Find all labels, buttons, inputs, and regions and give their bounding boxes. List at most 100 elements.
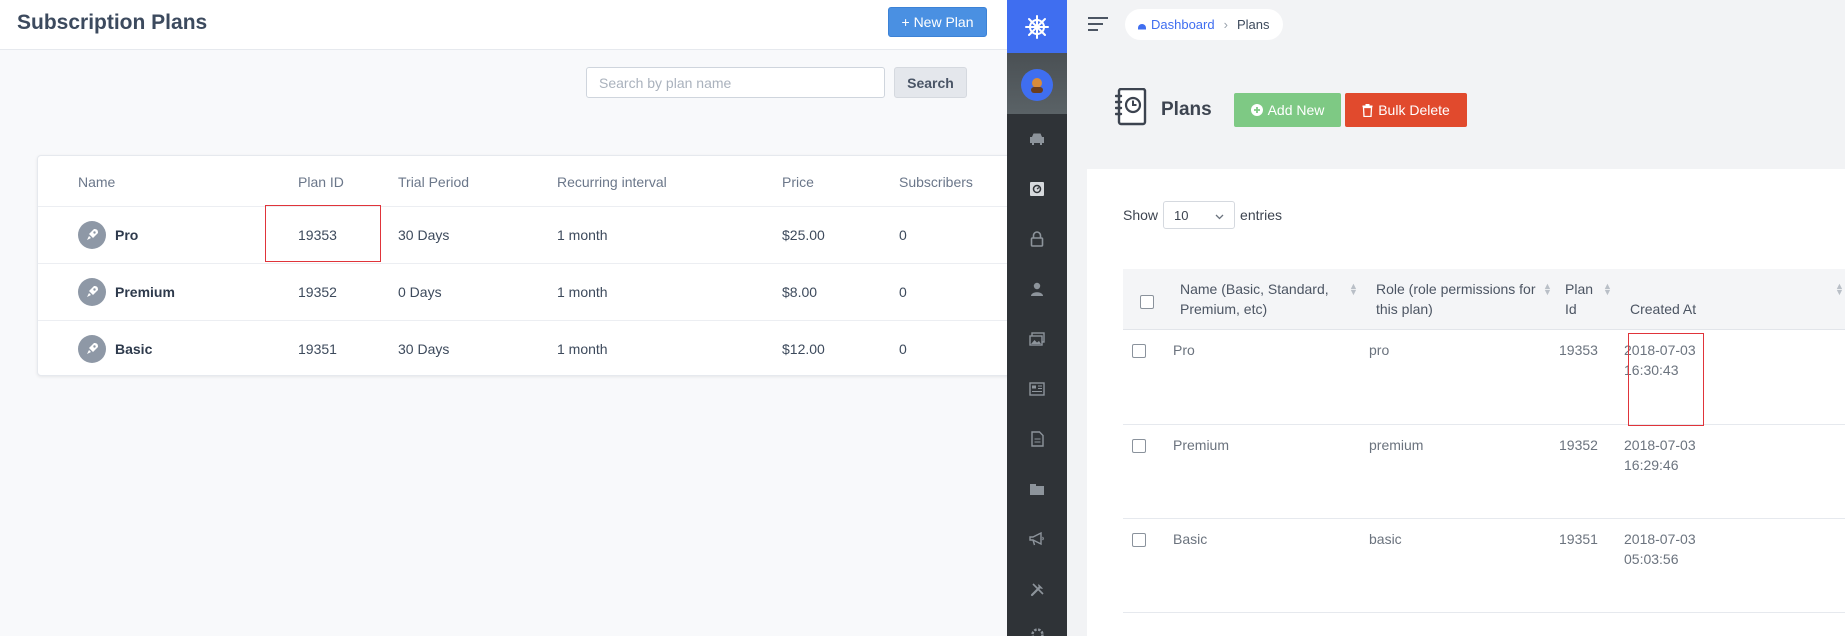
- folder-icon[interactable]: [1027, 479, 1047, 499]
- column-header-plan-id[interactable]: Plan Id: [1565, 279, 1593, 319]
- table-header-row: Name Plan ID Trial Period Recurring inte…: [38, 156, 1016, 206]
- megaphone-icon[interactable]: [1027, 529, 1047, 549]
- sort-icon[interactable]: ▲ ▼: [1835, 282, 1844, 297]
- logo-helm-icon[interactable]: [1007, 0, 1067, 53]
- search-input[interactable]: [586, 67, 885, 98]
- subscribers: 0: [899, 319, 1016, 377]
- recurring-interval: 1 month: [557, 205, 782, 263]
- column-header-name: Name: [78, 174, 116, 190]
- plan-role: premium: [1369, 437, 1424, 453]
- sort-icon[interactable]: ▲ ▼: [1349, 282, 1358, 297]
- column-header-subscribers: Subscribers: [899, 174, 973, 190]
- plan-id: 19351: [282, 319, 398, 377]
- tools-icon[interactable]: [1027, 579, 1047, 599]
- plan-name: Premium: [1173, 437, 1230, 453]
- breadcrumb-current: Plans: [1236, 17, 1270, 32]
- column-header-created-at[interactable]: Created At: [1630, 299, 1696, 319]
- settings-icon[interactable]: [1027, 624, 1047, 636]
- column-header-role[interactable]: Role (role permissions for this plan): [1376, 279, 1536, 319]
- created-at: 2018-07-03 05:03:56: [1624, 531, 1696, 567]
- table-row[interactable]: Pro pro 19353 2018-07-03 16:30:43: [1123, 330, 1845, 425]
- plan-name[interactable]: Basic: [115, 341, 152, 357]
- plan-id: 19353: [1559, 342, 1598, 358]
- vault-icon[interactable]: [1027, 179, 1047, 199]
- newspaper-icon[interactable]: [1027, 379, 1047, 399]
- entries-select[interactable]: 10: [1163, 201, 1236, 229]
- images-icon[interactable]: [1027, 329, 1047, 349]
- admin-plans-pane: Dashboard › Plans Plans Add New Bulk Del…: [1067, 0, 1845, 636]
- rocket-icon: [78, 334, 106, 363]
- plans-table-card: Name Plan ID Trial Period Recurring inte…: [37, 155, 1017, 377]
- column-header-trial-period: Trial Period: [398, 174, 470, 190]
- column-header-name[interactable]: Name (Basic, Standard, Premium, etc): [1180, 279, 1329, 319]
- bulk-delete-button[interactable]: Bulk Delete: [1345, 93, 1467, 127]
- price: $8.00: [782, 262, 899, 320]
- plan-role: basic: [1369, 531, 1402, 547]
- plan-name: Pro: [1173, 342, 1195, 358]
- admin-sidebar: [1007, 0, 1067, 636]
- select-all-checkbox[interactable]: [1140, 295, 1154, 309]
- table-row[interactable]: Premium premium 19352 2018-07-03 16:29:4…: [1123, 425, 1845, 519]
- sort-icon[interactable]: ▲ ▼: [1603, 282, 1612, 297]
- user-icon[interactable]: [1027, 279, 1047, 299]
- plan-name: Basic: [1173, 531, 1208, 547]
- plans-table: Name Plan ID Trial Period Recurring inte…: [38, 156, 1016, 377]
- highlight-box: [265, 205, 381, 262]
- rocket-icon: [78, 220, 106, 249]
- row-checkbox[interactable]: [1132, 344, 1146, 358]
- row-checkbox[interactable]: [1132, 439, 1146, 453]
- table-row[interactable]: Basic basic 19351 2018-07-03 05:03:56: [1123, 519, 1845, 613]
- add-new-button[interactable]: Add New: [1234, 93, 1341, 127]
- menu-toggle-icon[interactable]: [1087, 15, 1109, 33]
- search-button[interactable]: Search: [894, 67, 967, 98]
- table-row[interactable]: Pro 19353 30 Days 1 month $25.00 0: [38, 205, 1016, 263]
- table-row[interactable]: Premium 19352 0 Days 1 month $8.00 0: [38, 262, 1016, 320]
- plus-circle-icon: [1250, 104, 1263, 116]
- highlight-box: [1628, 333, 1704, 426]
- plan-id: 19352: [282, 262, 398, 320]
- notebook-clock-icon: [1115, 88, 1147, 126]
- admin-top-bar: Dashboard › Plans: [1067, 0, 1845, 50]
- page-title: Plans: [1161, 99, 1212, 120]
- price: $25.00: [782, 205, 899, 263]
- plans-datatable-panel: Show 10 entries Name (Basic, Standard, P…: [1087, 169, 1845, 636]
- datatable-header-row: Name (Basic, Standard, Premium, etc) ▲ ▼ …: [1123, 269, 1845, 330]
- entries-length-control: Show 10 entries: [1123, 201, 1282, 229]
- column-header-price: Price: [782, 174, 814, 190]
- top-bar: Subscription Plans + New Plan: [0, 0, 1007, 50]
- subscription-plans-pane: Subscription Plans + New Plan Search Nam…: [0, 0, 1017, 636]
- recurring-interval: 1 month: [557, 262, 782, 320]
- breadcrumb: Dashboard › Plans: [1125, 9, 1284, 40]
- plan-name[interactable]: Pro: [115, 227, 138, 243]
- rocket-icon: [78, 277, 106, 306]
- lock-icon[interactable]: [1027, 229, 1047, 249]
- document-icon[interactable]: [1027, 429, 1047, 449]
- table-row[interactable]: Basic 19351 30 Days 1 month $12.00 0: [38, 319, 1016, 377]
- plan-id: 19351: [1559, 531, 1598, 547]
- created-at: 2018-07-03 16:29:46: [1624, 437, 1696, 473]
- trash-icon: [1362, 103, 1373, 117]
- add-new-label: Add New: [1267, 102, 1325, 118]
- trial-period: 30 Days: [398, 205, 557, 263]
- breadcrumb-dashboard-link[interactable]: Dashboard: [1137, 17, 1215, 32]
- breadcrumb-dashboard-label[interactable]: Dashboard: [1151, 17, 1215, 32]
- column-header-plan-id: Plan ID: [298, 174, 344, 190]
- dashboard-icon: [1137, 20, 1147, 30]
- chevron-down-icon: [1215, 208, 1224, 223]
- plan-role: pro: [1369, 342, 1390, 358]
- plan-name[interactable]: Premium: [115, 284, 175, 300]
- avatar[interactable]: [1021, 69, 1053, 101]
- car-icon[interactable]: [1027, 129, 1047, 149]
- page-title: Subscription Plans: [17, 11, 208, 34]
- trial-period: 30 Days: [398, 319, 557, 377]
- new-plan-button[interactable]: + New Plan: [888, 7, 987, 37]
- column-header-recurring-interval: Recurring interval: [557, 174, 667, 190]
- subscribers: 0: [899, 205, 1016, 263]
- user-profile[interactable]: [1007, 53, 1067, 114]
- show-label: Show: [1123, 207, 1159, 223]
- trial-period: 0 Days: [398, 262, 557, 320]
- entries-label: entries: [1240, 207, 1283, 223]
- row-checkbox[interactable]: [1132, 533, 1146, 547]
- entries-value: 10: [1174, 207, 1189, 223]
- sort-icon[interactable]: ▲ ▼: [1543, 282, 1552, 297]
